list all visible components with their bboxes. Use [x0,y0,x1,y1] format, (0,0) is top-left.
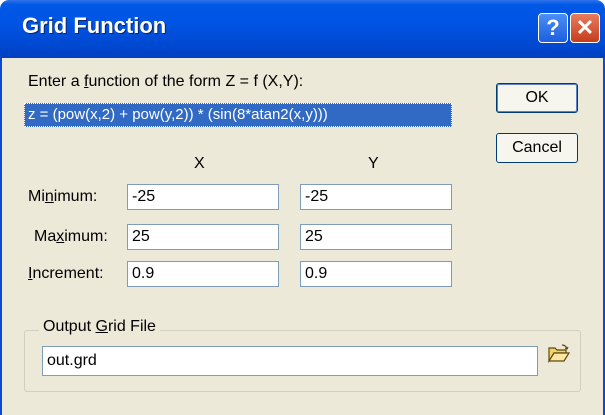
x-increment-field[interactable]: 0.9 [127,261,279,287]
y-minimum-field[interactable]: -25 [300,184,452,210]
output-grid-file-label: Output Grid File [39,318,160,336]
folder-open-icon[interactable] [547,344,571,364]
function-prompt-label: Enter a function of the form Z = f (X,Y)… [28,73,304,90]
cancel-button[interactable]: Cancel [496,133,578,163]
x-minimum-field[interactable]: -25 [127,184,279,210]
title-bar: Grid Function ? ✕ [0,0,605,58]
y-column-header: Y [368,155,379,172]
close-button[interactable]: ✕ [570,13,600,43]
function-input[interactable]: z = (pow(x,2) + pow(y,2)) * (sin(8*atan2… [24,103,452,127]
grid-function-dialog: Grid Function ? ✕ Enter a function of th… [0,0,605,415]
x-maximum-field[interactable]: 25 [127,224,279,250]
x-column-header: X [194,155,205,172]
help-button[interactable]: ? [538,13,568,43]
y-maximum-field[interactable]: 25 [300,224,452,250]
minimum-label: Minimum: [28,188,98,205]
ok-button[interactable]: OK [496,83,578,113]
increment-label: Increment: [28,265,104,282]
output-file-field[interactable]: out.grd [42,346,538,376]
maximum-label: Maximum: [34,228,108,245]
y-increment-field[interactable]: 0.9 [300,261,452,287]
dialog-title: Grid Function [22,13,167,38]
